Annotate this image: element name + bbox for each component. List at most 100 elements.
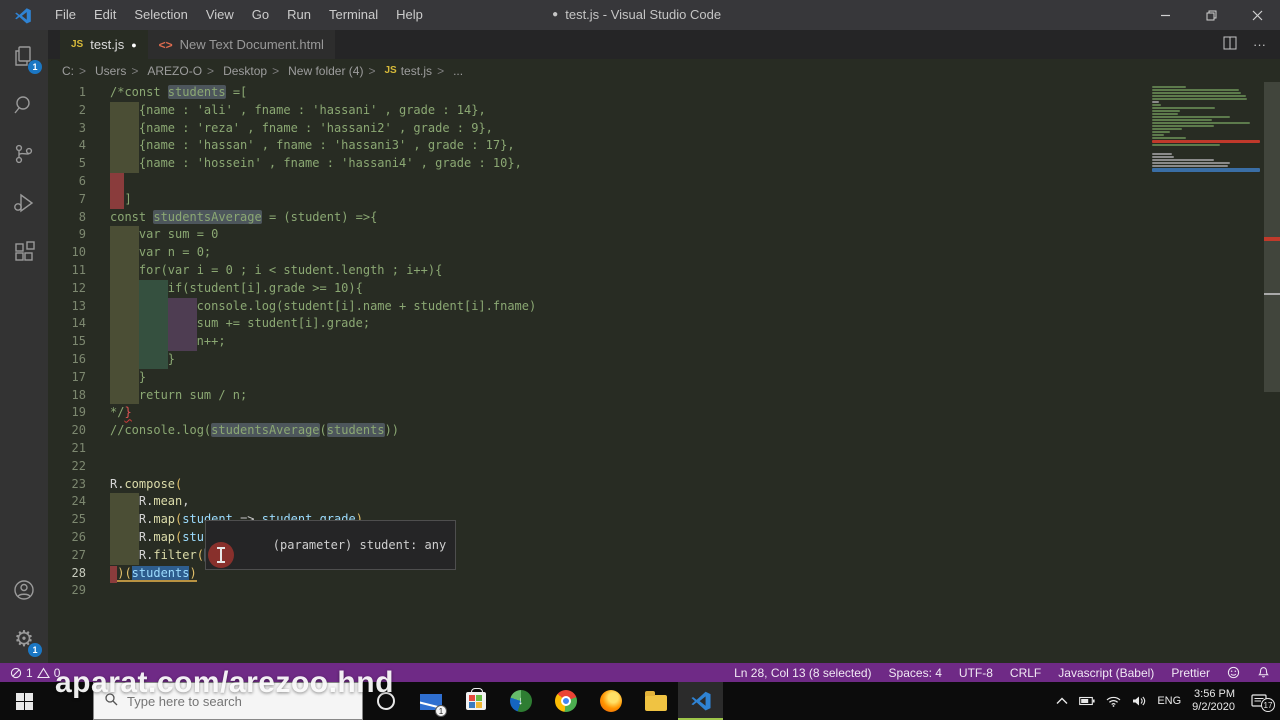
code-line[interactable]: 1/*const students =[ (48, 84, 1280, 102)
minimap-line (1152, 162, 1230, 164)
warning-icon (36, 666, 50, 679)
indentation-setting[interactable]: Spaces: 4 (889, 666, 942, 680)
start-button[interactable] (0, 682, 48, 720)
tray-expand-chevron-icon[interactable] (1056, 697, 1068, 705)
breadcrumb-drive[interactable]: C: (62, 64, 74, 78)
search-icon[interactable] (8, 89, 40, 121)
indent-guide-block (110, 511, 139, 529)
cursor-position[interactable]: Ln 28, Col 13 (8 selected) (734, 666, 871, 680)
firefox-app-button[interactable] (588, 682, 633, 720)
source-control-icon[interactable] (8, 138, 40, 170)
code-line[interactable]: 20//console.log(studentsAverage(students… (48, 422, 1280, 440)
menu-go[interactable]: Go (243, 0, 278, 30)
breadcrumb-folder[interactable]: New folder (4) (267, 64, 363, 78)
code-line[interactable]: 13 console.log(student[i].name + student[… (48, 297, 1280, 316)
tab-new-text-document[interactable]: <> New Text Document.html (147, 30, 336, 59)
code-line[interactable]: 16} (48, 350, 1280, 369)
battery-icon[interactable] (1079, 696, 1095, 706)
breadcrumb-desktop[interactable]: Desktop (202, 64, 267, 78)
chrome-app-button[interactable] (543, 682, 588, 720)
code-line[interactable]: 18 return sum / n; (48, 386, 1280, 405)
breadcrumb-file[interactable]: JStest.js (363, 64, 432, 78)
notifications-bell-icon[interactable] (1257, 666, 1270, 679)
code-line[interactable]: 17} (48, 368, 1280, 387)
minimize-button[interactable] (1142, 0, 1188, 30)
split-editor-icon[interactable] (1223, 36, 1237, 53)
indent-guide-block (110, 546, 139, 565)
indent-guide-block (110, 315, 139, 334)
volume-icon[interactable] (1132, 695, 1146, 707)
code-line[interactable]: 22 (48, 458, 1280, 476)
minimap[interactable] (1152, 86, 1260, 176)
vscode-icon (690, 691, 711, 711)
code-line[interactable]: 6 (48, 172, 1280, 191)
run-debug-icon[interactable] (8, 187, 40, 219)
code-editor[interactable]: 1/*const students =[2 {name : 'ali' , fna… (48, 82, 1280, 663)
search-input[interactable] (127, 693, 327, 709)
action-center-button[interactable]: 17 (1246, 694, 1275, 712)
menu-terminal[interactable]: Terminal (320, 0, 387, 30)
clock[interactable]: 3:56 PM 9/2/2020 (1192, 688, 1235, 714)
menu-edit[interactable]: Edit (85, 0, 125, 30)
encoding-setting[interactable]: UTF-8 (959, 666, 993, 680)
account-icon[interactable] (8, 574, 40, 606)
menu-run[interactable]: Run (278, 0, 320, 30)
tab-testjs[interactable]: JS test.js ● (60, 30, 148, 59)
tab-bar: JS test.js ● <> New Text Document.html ·… (48, 30, 1280, 59)
restore-button[interactable] (1188, 0, 1234, 30)
code-line[interactable]: 7] (48, 190, 1280, 209)
minimap-line (1152, 116, 1230, 118)
code-line[interactable]: 21 (48, 440, 1280, 458)
mail-app-button[interactable]: 1 (408, 682, 453, 720)
code-line[interactable]: 2 {name : 'ali' , fname : 'hassani' , gra… (48, 101, 1280, 120)
language-indicator[interactable]: ENG (1157, 695, 1181, 707)
unsaved-dot-icon[interactable]: ● (131, 40, 136, 50)
line-number: 11 (71, 262, 86, 277)
wifi-icon[interactable] (1106, 696, 1121, 707)
breadcrumb-more[interactable]: ... (432, 64, 463, 78)
indent-guide-block (138, 297, 168, 316)
file-explorer-button[interactable] (633, 682, 678, 720)
settings-gear-icon[interactable]: ⚙ 1 (8, 623, 42, 657)
feedback-smiley-icon[interactable] (1227, 666, 1240, 679)
code-line[interactable]: 29 (48, 582, 1280, 600)
language-mode[interactable]: Javascript (Babel) (1058, 666, 1154, 680)
vertical-scrollbar[interactable] (1264, 82, 1280, 663)
taskbar-search[interactable] (93, 682, 363, 720)
idm-app-button[interactable]: ↓ (498, 682, 543, 720)
code-line[interactable]: 8 const studentsAverage = (student) =>{ (48, 209, 1280, 227)
store-app-button[interactable] (453, 682, 498, 720)
code-line[interactable]: 24 R.mean, (48, 493, 1280, 512)
code-line[interactable]: 15 n++; (48, 333, 1280, 351)
breadcrumb-users[interactable]: Users (74, 64, 126, 78)
code-line[interactable]: 11 for(var i = 0 ; i < student.length ; i… (48, 261, 1280, 280)
eol-setting[interactable]: CRLF (1010, 666, 1041, 680)
indent-guide-block (167, 297, 197, 316)
close-button[interactable] (1234, 0, 1280, 30)
code-line[interactable]: 4 {name : 'hassan' , fname : 'hassani3' ,… (48, 137, 1280, 156)
vscode-taskbar-button[interactable] (678, 682, 723, 720)
code-line[interactable]: 10 var n = 0; (48, 244, 1280, 262)
code-line[interactable]: 5 {name : 'hossein' , fname : 'hassani4' … (48, 155, 1280, 173)
problems-indicator[interactable]: 1 0 (10, 666, 60, 680)
code-line[interactable]: 23 R.compose( (48, 476, 1280, 494)
menu-help[interactable]: Help (387, 0, 432, 30)
overview-error-marker (1264, 237, 1280, 241)
cortana-button[interactable] (363, 682, 408, 720)
menu-selection[interactable]: Selection (125, 0, 196, 30)
code-line[interactable]: 9 var sum = 0 (48, 226, 1280, 245)
indent-guide-block (167, 333, 197, 351)
formatter-indicator[interactable]: Prettier (1171, 666, 1210, 680)
code-line[interactable]: 12 if(student[i].grade >= 10){ (48, 279, 1280, 298)
code-line[interactable]: 14 sum += student[i].grade; (48, 315, 1280, 334)
breadcrumb-user[interactable]: AREZO-O (126, 64, 202, 78)
folder-icon (644, 691, 667, 711)
code-line[interactable]: 19 */} (48, 404, 1280, 422)
explorer-icon[interactable]: 1 (8, 40, 42, 74)
menu-view[interactable]: View (197, 0, 243, 30)
code-line[interactable]: 3 {name : 'reza' , fname : 'hassani2' , g… (48, 119, 1280, 138)
menu-file[interactable]: File (46, 0, 85, 30)
line-number: 22 (71, 458, 86, 473)
more-actions-icon[interactable]: ··· (1253, 37, 1266, 52)
extensions-icon[interactable] (8, 236, 40, 268)
